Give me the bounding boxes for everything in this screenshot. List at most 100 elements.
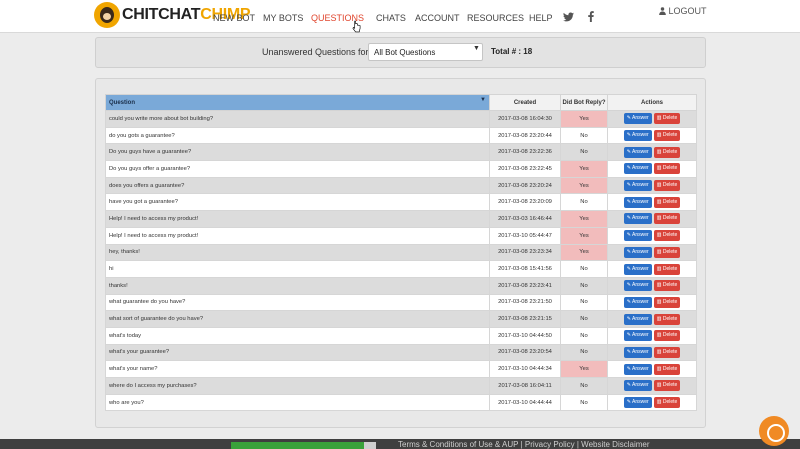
table-row: does you offers a guarantee? 2017-03-08 2… [105,176,697,195]
delete-button[interactable]: ▥ Delete [653,380,681,392]
delete-button[interactable]: ▥ Delete [653,146,681,158]
delete-button[interactable]: ▥ Delete [653,397,681,409]
top-navbar: CHITCHATCHIMP NEW BOT MY BOTS QUESTIONS … [0,0,800,33]
created-cell: 2017-03-03 16:46:44 [489,210,561,228]
questions-panel: Question ▼ Created Did Bot Reply? Actions… [95,78,706,428]
question-cell: does you offers a guarantee? [105,176,490,195]
filter-bar: Unanswered Questions for : All Bot Quest… [95,37,706,68]
question-cell: hi [105,260,490,278]
actions-cell: ✎ Answer ▥ Delete [607,377,697,395]
answer-button[interactable]: ✎ Answer [623,246,652,258]
delete-button[interactable]: ▥ Delete [653,246,681,258]
delete-button[interactable]: ▥ Delete [653,180,681,192]
table-row: what's your guarantee? 2017-03-08 23:20:5… [105,343,697,362]
answer-button[interactable]: ✎ Answer [623,230,652,242]
actions-cell: ✎ Answer ▥ Delete [607,176,697,195]
user-icon [659,7,666,15]
nav-chats[interactable]: CHATS [376,13,406,23]
created-cell: 2017-03-08 23:23:41 [489,276,561,295]
delete-button[interactable]: ▥ Delete [653,130,681,142]
nav-help[interactable]: HELP [529,13,553,23]
column-header-created[interactable]: Created [489,94,561,111]
created-cell: 2017-03-08 23:22:45 [489,160,561,178]
delete-button[interactable]: ▥ Delete [653,363,681,375]
filter-label: Unanswered Questions for : [262,47,374,57]
answer-button[interactable]: ✎ Answer [623,397,652,409]
bot-filter-select[interactable]: All Bot Questions ▼ [368,43,483,61]
created-cell: 2017-03-08 23:23:34 [489,243,561,262]
column-header-did-reply[interactable]: Did Bot Reply? [560,94,608,111]
actions-cell: ✎ Answer ▥ Delete [607,393,697,412]
answer-button[interactable]: ✎ Answer [623,213,652,225]
created-cell: 2017-03-10 05:44:47 [489,226,561,245]
reply-cell: No [560,310,608,328]
reply-cell: Yes [560,176,608,195]
question-cell: what guarantee do you have? [105,293,490,312]
table-row: what sort of guarantee do you have? 2017-… [105,310,697,328]
answer-button[interactable]: ✎ Answer [623,330,652,342]
reply-cell: Yes [560,226,608,245]
table-row: Do you guys offer a guarantee? 2017-03-08… [105,160,697,178]
question-cell: what's your guarantee? [105,343,490,362]
facebook-icon[interactable] [588,11,594,22]
chat-widget-button[interactable] [759,416,789,446]
reply-cell: No [560,260,608,278]
twitter-icon[interactable] [563,12,574,22]
question-cell: what's today [105,326,490,345]
column-header-question[interactable]: Question ▼ [105,94,490,111]
answer-button[interactable]: ✎ Answer [623,363,652,375]
answer-button[interactable]: ✎ Answer [623,263,652,275]
answer-button[interactable]: ✎ Answer [623,146,652,158]
table-row: where do I access my purchases? 2017-03-0… [105,377,697,395]
answer-button[interactable]: ✎ Answer [623,130,652,142]
created-cell: 2017-03-08 23:20:44 [489,126,561,145]
answer-button[interactable]: ✎ Answer [623,280,652,292]
question-cell: Do you guys have a guarantee? [105,143,490,162]
table-row: what's your name? 2017-03-10 04:44:34 Yes ✎… [105,360,697,378]
answer-button[interactable]: ✎ Answer [623,163,652,175]
reply-cell: No [560,143,608,162]
answer-button[interactable]: ✎ Answer [623,180,652,192]
delete-button[interactable]: ▥ Delete [653,263,681,275]
total-count: Total # : 18 [491,47,533,56]
delete-button[interactable]: ▥ Delete [653,296,681,308]
delete-button[interactable]: ▥ Delete [653,230,681,242]
answer-button[interactable]: ✎ Answer [623,296,652,308]
nav-account[interactable]: ACCOUNT [415,13,460,23]
table-row: do you gots a guarantee? 2017-03-08 23:20… [105,126,697,145]
nav-resources[interactable]: RESOURCES [467,13,524,23]
question-cell: who are you? [105,393,490,412]
answer-button[interactable]: ✎ Answer [623,346,652,358]
footer-links[interactable]: Terms & Conditions of Use & AUP | Privac… [398,440,650,449]
logout-link[interactable]: LOGOUT [659,6,707,16]
answer-button[interactable]: ✎ Answer [623,380,652,392]
actions-cell: ✎ Answer ▥ Delete [607,293,697,312]
footer-stripe [231,442,376,449]
delete-button[interactable]: ▥ Delete [653,196,681,208]
delete-button[interactable]: ▥ Delete [653,163,681,175]
answer-button[interactable]: ✎ Answer [623,313,652,325]
reply-cell: Yes [560,360,608,378]
reply-cell: Yes [560,210,608,228]
answer-button[interactable]: ✎ Answer [623,196,652,208]
actions-cell: ✎ Answer ▥ Delete [607,226,697,245]
delete-button[interactable]: ▥ Delete [653,313,681,325]
table-row: what's today 2017-03-10 04:44:50 No ✎ Answe… [105,326,697,345]
answer-button[interactable]: ✎ Answer [623,113,652,125]
actions-cell: ✎ Answer ▥ Delete [607,343,697,362]
actions-cell: ✎ Answer ▥ Delete [607,326,697,345]
question-cell: hey, thanks! [105,243,490,262]
reply-cell: No [560,276,608,295]
delete-button[interactable]: ▥ Delete [653,280,681,292]
created-cell: 2017-03-10 04:44:44 [489,393,561,412]
reply-cell: No [560,377,608,395]
nav-my-bots[interactable]: MY BOTS [263,13,303,23]
created-cell: 2017-03-08 23:20:09 [489,193,561,212]
table-row: hi 2017-03-08 15:41:56 No ✎ Answer ▥ Delete [105,260,697,278]
nav-new-bot[interactable]: NEW BOT [213,13,255,23]
delete-button[interactable]: ▥ Delete [653,346,681,358]
delete-button[interactable]: ▥ Delete [653,213,681,225]
delete-button[interactable]: ▥ Delete [653,330,681,342]
delete-button[interactable]: ▥ Delete [653,113,681,125]
question-cell: where do I access my purchases? [105,377,490,395]
